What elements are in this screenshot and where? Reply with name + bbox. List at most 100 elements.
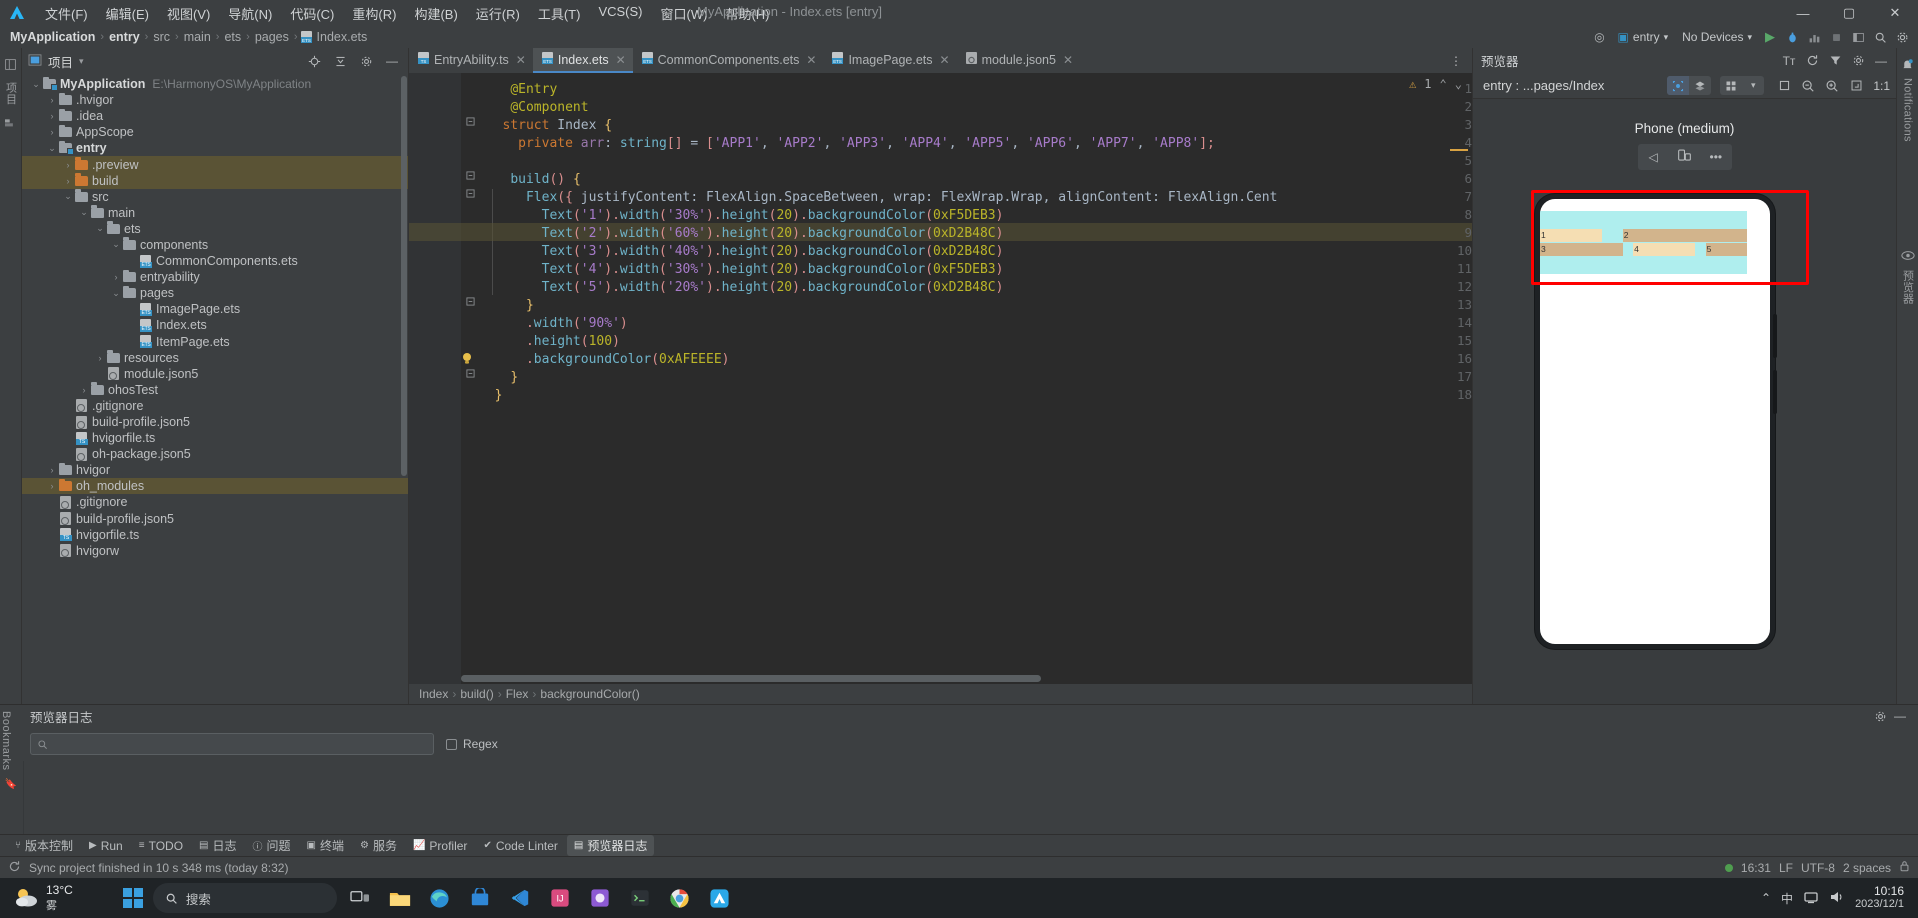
bookmark-icon[interactable]: 🔖: [0, 779, 22, 790]
inspect-toggle-icon[interactable]: [1667, 76, 1690, 95]
tree-node-oh-package-json5[interactable]: oh-package.json5: [22, 446, 408, 462]
run-button[interactable]: ▶: [1760, 27, 1780, 47]
editor-tab-index-ets[interactable]: ETS Index.ets ✕: [532, 48, 633, 73]
tree-node-index-ets[interactable]: Index.ets: [22, 317, 408, 333]
expand-toggle-icon[interactable]: ›: [46, 465, 58, 475]
layers-toggle-icon[interactable]: [1689, 76, 1711, 95]
bookmarks-label[interactable]: Bookmarks: [0, 711, 12, 771]
tree-node-resources[interactable]: › resources: [22, 350, 408, 366]
layout-dropdown-icon[interactable]: ▾: [1742, 76, 1764, 95]
log-output-area[interactable]: ↑ ↓ ≫: [0, 761, 1918, 834]
tree-node-commoncomponents-ets[interactable]: CommonComponents.ets: [22, 253, 408, 269]
previewer-settings-icon[interactable]: [1848, 51, 1868, 71]
menu-item-6[interactable]: 构建(B): [405, 2, 466, 25]
zoom-level[interactable]: 1:1: [1873, 79, 1890, 93]
menu-item-8[interactable]: 工具(T): [529, 2, 590, 25]
menu-item-7[interactable]: 运行(R): [467, 2, 529, 25]
chevron-down-icon[interactable]: ▾: [79, 56, 84, 67]
search-icon[interactable]: [1870, 27, 1890, 47]
editor-tab-entryability-ts[interactable]: TS EntryAbility.ts ✕: [409, 48, 533, 73]
inspection-widget[interactable]: ⚠ 1 ⌃ ⌄: [1409, 77, 1462, 91]
tree-node-myapplication[interactable]: ⌄ MyApplication E:\HarmonyOS\MyApplication: [22, 76, 408, 92]
breadcrumb-item-5[interactable]: pages: [253, 30, 291, 44]
expand-toggle-icon[interactable]: ⌄: [78, 207, 90, 218]
font-size-icon[interactable]: Tт: [1779, 51, 1799, 71]
profile-icon[interactable]: [1804, 27, 1824, 47]
expand-toggle-icon[interactable]: ›: [62, 176, 74, 186]
editor-crumb-2[interactable]: Flex: [506, 687, 529, 701]
project-rail-label[interactable]: 项目: [3, 82, 19, 105]
taskbar-search[interactable]: 搜索: [152, 883, 337, 913]
menu-item-4[interactable]: 代码(C): [281, 2, 343, 25]
fit-screen-icon[interactable]: [1846, 76, 1866, 96]
project-scrollbar[interactable]: [399, 74, 408, 704]
menu-item-3[interactable]: 导航(N): [219, 2, 281, 25]
fold-toggle-icon[interactable]: [463, 369, 477, 381]
start-button-icon[interactable]: [119, 884, 147, 912]
vscode-icon[interactable]: [503, 882, 537, 914]
editor-tab-commoncomponents-ets[interactable]: ETS CommonComponents.ets ✕: [633, 48, 824, 73]
editor-crumb-1[interactable]: build(): [460, 687, 493, 701]
tree-node-build-profile-json5[interactable]: build-profile.json5: [22, 414, 408, 430]
tree-node-pages[interactable]: ⌄ pages: [22, 285, 408, 301]
structure-rail-icon[interactable]: [3, 115, 19, 131]
tool-window---[interactable]: ⚙ 服务: [353, 835, 404, 856]
tray-network-icon[interactable]: [1803, 890, 1819, 907]
expand-toggle-icon[interactable]: ⌄: [110, 288, 122, 299]
tray-expand-icon[interactable]: ⌃: [1761, 891, 1771, 905]
intention-bulb-icon[interactable]: [461, 352, 477, 369]
previewer-canvas[interactable]: Phone (medium) ◁ ••• 12345: [1473, 99, 1896, 704]
back-control-icon[interactable]: ◁: [1638, 150, 1669, 164]
menu-item-0[interactable]: 文件(F): [36, 2, 97, 25]
breadcrumb-item-3[interactable]: main: [182, 30, 213, 44]
debug-icon[interactable]: [1782, 27, 1802, 47]
layout-icon[interactable]: [1848, 27, 1868, 47]
tree-node-oh-modules[interactable]: › oh_modules: [22, 478, 408, 495]
editor-crumb-0[interactable]: Index: [419, 687, 448, 701]
tab-close-icon[interactable]: ✕: [806, 53, 816, 67]
editor-hscrollbar[interactable]: [461, 675, 1468, 682]
tool-window---[interactable]: ▣ 终端: [300, 835, 351, 856]
tree-node-module-json5[interactable]: module.json5: [22, 366, 408, 382]
locate-file-icon[interactable]: [304, 51, 324, 71]
editor-tab-imagepage-ets[interactable]: ETS ImagePage.ets ✕: [823, 48, 956, 73]
frame-icon[interactable]: [1774, 76, 1794, 96]
close-button[interactable]: ✕: [1872, 0, 1918, 26]
breadcrumb-item-0[interactable]: MyApplication: [8, 30, 97, 44]
tool-window---[interactable]: ⓘ 问题: [246, 835, 298, 856]
code-editor[interactable]: ⚠ 1 ⌃ ⌄ @Entry @Component struct Index {…: [409, 73, 1472, 684]
regex-checkbox[interactable]: Regex: [446, 737, 498, 751]
tool-window-----[interactable]: ⑂ 版本控制: [8, 835, 80, 856]
tool-window-code-linter[interactable]: ✔ Code Linter: [476, 837, 564, 855]
menu-item-2[interactable]: 视图(V): [158, 2, 219, 25]
expand-toggle-icon[interactable]: ⌄: [62, 191, 74, 202]
notifications-rail-label[interactable]: Notifications: [1902, 78, 1914, 142]
collapse-all-icon[interactable]: [330, 51, 350, 71]
filter-icon[interactable]: [1825, 51, 1845, 71]
maximize-button[interactable]: ▢: [1826, 0, 1872, 26]
grid-layout-icon[interactable]: [1720, 76, 1742, 95]
expand-toggle-icon[interactable]: ›: [46, 481, 58, 491]
line-separator[interactable]: LF: [1779, 861, 1793, 875]
tree-node-hvigorfile-ts[interactable]: hvigorfile.ts: [22, 430, 408, 446]
expand-toggle-icon[interactable]: ›: [94, 353, 106, 363]
device-selector[interactable]: No Devices ▾: [1676, 28, 1758, 47]
encoding[interactable]: UTF-8: [1801, 861, 1835, 875]
tree-node-build[interactable]: › build: [22, 172, 408, 189]
tree-node-appscope[interactable]: › AppScope: [22, 124, 408, 140]
breadcrumb-item-1[interactable]: entry: [107, 30, 142, 44]
tree-node-build-profile-json5[interactable]: build-profile.json5: [22, 511, 408, 527]
refresh-icon[interactable]: [1802, 51, 1822, 71]
fold-toggle-icon[interactable]: [463, 189, 477, 201]
chrome-icon[interactable]: [663, 882, 697, 914]
log-hide-icon[interactable]: —: [1890, 706, 1910, 726]
tree-node-imagepage-ets[interactable]: ImagePage.ets: [22, 301, 408, 317]
tray-ime-icon[interactable]: 中: [1781, 890, 1793, 907]
expand-toggle-icon[interactable]: ⌄: [94, 223, 106, 234]
tree-node--preview[interactable]: › .preview: [22, 156, 408, 173]
previewer-eye-icon[interactable]: [1900, 248, 1916, 264]
tab-close-icon[interactable]: ✕: [616, 53, 626, 67]
prev-problem-icon[interactable]: ⌃: [1440, 77, 1447, 91]
expand-toggle-icon[interactable]: ›: [46, 95, 58, 105]
deveco-studio-icon[interactable]: [703, 882, 737, 914]
